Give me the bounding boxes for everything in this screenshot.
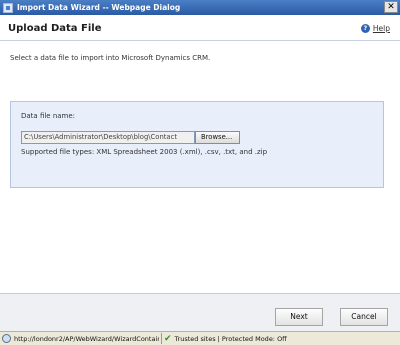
checkmark-icon: ✔ — [164, 333, 172, 344]
wizard-footer: Next Cancel — [0, 293, 400, 331]
page-title: Upload Data File — [8, 23, 102, 34]
status-separator — [161, 333, 162, 344]
supported-file-types-text: Supported file types: XML Spreadsheet 20… — [21, 148, 268, 156]
window-titlebar: Import Data Wizard -- Webpage Dialog ✕ — [0, 0, 400, 15]
wizard-header: Upload Data File ? Help — [0, 15, 400, 41]
instruction-text: Select a data file to import into Micros… — [10, 54, 211, 62]
help-icon: ? — [360, 24, 370, 33]
window-title: Import Data Wizard -- Webpage Dialog — [17, 3, 181, 12]
security-zone-text: Trusted sites | Protected Mode: Off — [174, 334, 287, 343]
globe-icon — [2, 334, 11, 343]
data-file-label: Data file name: — [21, 112, 76, 120]
status-bar: http://londonr2/AP/WebWizard/WizardConta… — [0, 331, 400, 345]
browse-button[interactable]: Browse... — [195, 131, 240, 144]
help-label[interactable]: Help — [373, 24, 390, 33]
window-app-icon — [3, 2, 13, 13]
help-link[interactable]: ? Help — [360, 24, 390, 33]
wizard-content: Select a data file to import into Micros… — [0, 41, 400, 293]
cancel-button[interactable]: Cancel — [340, 308, 388, 326]
data-file-input[interactable]: C:\Users\Administrator\Desktop\blog\Cont… — [21, 131, 195, 144]
file-selection-panel: Data file name: C:\Users\Administrator\D… — [10, 101, 384, 188]
next-button[interactable]: Next — [275, 308, 323, 326]
status-url: http://londonr2/AP/WebWizard/WizardConta… — [14, 334, 159, 343]
close-button[interactable]: ✕ — [384, 1, 398, 13]
